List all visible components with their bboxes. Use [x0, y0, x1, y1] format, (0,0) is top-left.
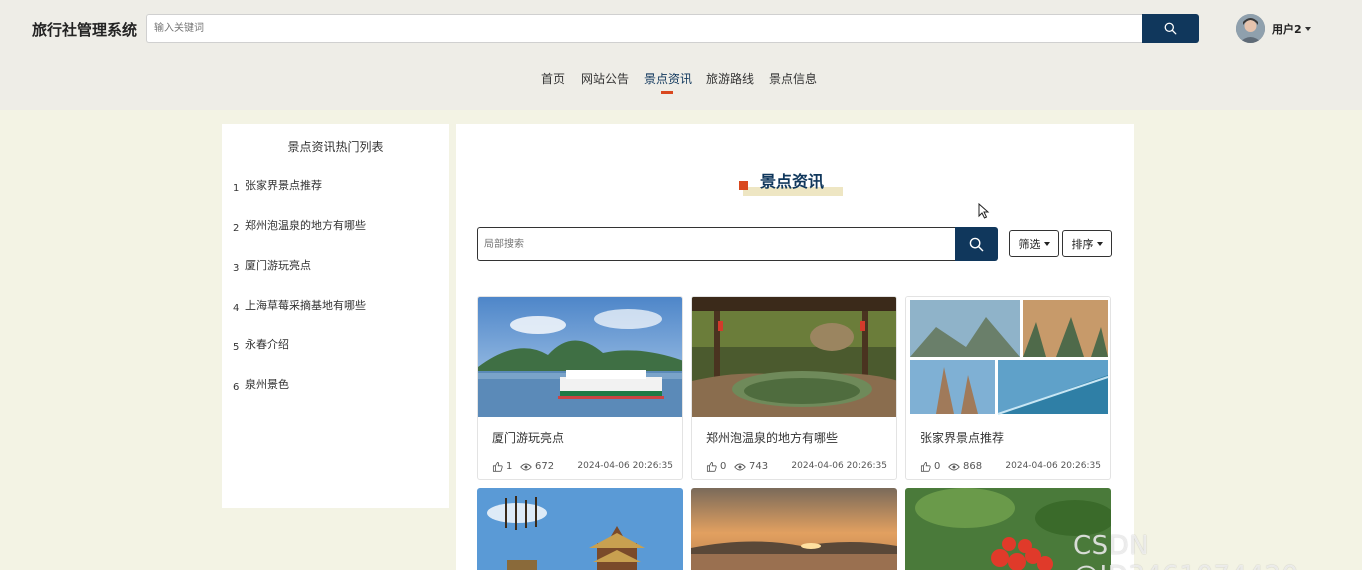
- sidebar-item-label: 厦门游玩亮点: [245, 259, 311, 272]
- like-count[interactable]: 1: [492, 461, 512, 472]
- view-value: 743: [749, 461, 769, 472]
- card-title: 厦门游玩亮点: [492, 431, 565, 445]
- sidebar-item-number: 6: [233, 382, 240, 393]
- like-count[interactable]: 0: [920, 461, 940, 472]
- sidebar-item[interactable]: 1 张家界景点推荐: [233, 177, 322, 194]
- main-nav: 首页 网站公告 景点资讯 旅游路线 景点信息: [0, 70, 1362, 100]
- card-image: [906, 297, 1110, 417]
- sidebar-item[interactable]: 4 上海草莓采摘基地有哪些: [233, 297, 366, 314]
- news-card[interactable]: 郑州泡温泉的地方有哪些 0 743 2024-04-06 20:26:35: [691, 296, 897, 480]
- sidebar-item-label: 张家界景点推荐: [245, 179, 322, 192]
- caret-down-icon: [1043, 241, 1050, 246]
- sidebar-item-label: 泉州景色: [245, 378, 289, 391]
- search-icon: [969, 237, 984, 251]
- global-search-button[interactable]: [1142, 14, 1199, 43]
- chevron-down-icon[interactable]: [1305, 27, 1311, 31]
- search-icon: [1164, 22, 1177, 35]
- view-value: 672: [535, 461, 555, 472]
- nav-item-news[interactable]: 景点资讯: [644, 70, 692, 87]
- sidebar-item-label: 永春介绍: [245, 338, 289, 351]
- local-search-button[interactable]: [955, 227, 998, 261]
- card-meta: 0 743 2024-04-06 20:26:35: [706, 461, 891, 473]
- view-count: 672: [520, 461, 554, 472]
- sidebar-item-number: 2: [233, 223, 240, 234]
- like-value: 0: [934, 461, 941, 472]
- view-count: 743: [734, 461, 768, 472]
- news-card-partial[interactable]: [477, 488, 683, 570]
- hot-list-sidebar: 景点资讯热门列表 1 张家界景点推荐 2 郑州泡温泉的地方有哪些 3 厦门游玩亮点 4…: [222, 124, 449, 508]
- section-title: 景点资讯: [760, 172, 825, 191]
- news-card-partial[interactable]: [691, 488, 897, 570]
- card-date: 2024-04-06 20:26:35: [791, 461, 887, 471]
- like-count[interactable]: 0: [706, 461, 726, 472]
- sidebar-item-label: 郑州泡温泉的地方有哪些: [245, 219, 366, 232]
- sidebar-item[interactable]: 6 泉州景色: [233, 376, 289, 393]
- sort-label: 排序: [1071, 237, 1094, 251]
- nav-item-home[interactable]: 首页: [541, 70, 565, 87]
- global-search-input[interactable]: [146, 14, 1143, 43]
- user-menu-label[interactable]: 用户2: [1272, 21, 1302, 37]
- nav-item-routes[interactable]: 旅游路线: [706, 70, 754, 87]
- top-header: 旅行社管理系统 用户2 首页 网站公告 景点资讯 旅游路线 景点信息: [0, 0, 1362, 110]
- card-title: 张家界景点推荐: [920, 431, 1005, 445]
- sidebar-item[interactable]: 3 厦门游玩亮点: [233, 257, 311, 274]
- user-avatar[interactable]: [1236, 14, 1265, 43]
- card-meta: 1 672 2024-04-06 20:26:35: [492, 461, 677, 473]
- sidebar-item[interactable]: 5 永春介绍: [233, 336, 289, 353]
- sort-dropdown[interactable]: 排序: [1062, 230, 1112, 257]
- site-brand[interactable]: 旅行社管理系统: [32, 19, 137, 40]
- thumbs-up-icon: [920, 461, 931, 472]
- sidebar-item-label: 上海草莓采摘基地有哪些: [245, 299, 366, 312]
- card-meta: 0 868 2024-04-06 20:26:35: [920, 461, 1105, 473]
- card-image: [478, 297, 682, 417]
- card-date: 2024-04-06 20:26:35: [1005, 461, 1101, 471]
- sidebar-item[interactable]: 2 郑州泡温泉的地方有哪些: [233, 217, 366, 234]
- card-image: [692, 297, 896, 417]
- news-panel: 景点资讯 筛选 排序: [456, 124, 1134, 570]
- watermark: CSDN @ID3461074420: [1073, 531, 1298, 570]
- like-value: 0: [720, 461, 727, 472]
- sidebar-item-number: 3: [233, 263, 240, 274]
- title-decoration-square: [739, 181, 748, 190]
- like-value: 1: [506, 461, 513, 472]
- sidebar-item-number: 4: [233, 303, 240, 314]
- thumbs-up-icon: [706, 461, 717, 472]
- eye-icon: [520, 463, 532, 470]
- filter-dropdown[interactable]: 筛选: [1009, 230, 1059, 257]
- card-title: 郑州泡温泉的地方有哪些: [706, 431, 839, 445]
- nav-item-attractions[interactable]: 景点信息: [769, 70, 817, 87]
- news-card[interactable]: 厦门游玩亮点 1 672 2024-04-06 20:26:35: [477, 296, 683, 480]
- view-count: 868: [948, 461, 982, 472]
- sidebar-item-number: 5: [233, 342, 240, 353]
- card-image: [691, 488, 897, 570]
- sidebar-item-number: 1: [233, 183, 240, 194]
- filter-label: 筛选: [1018, 237, 1041, 251]
- eye-icon: [734, 463, 746, 470]
- nav-item-announcements[interactable]: 网站公告: [581, 70, 629, 87]
- eye-icon: [948, 463, 960, 470]
- avatar-image: [1236, 14, 1265, 43]
- mouse-pointer-icon: [978, 203, 990, 219]
- news-card[interactable]: 张家界景点推荐 0 868 2024-04-06 20:26:35: [905, 296, 1111, 480]
- card-date: 2024-04-06 20:26:35: [577, 461, 673, 471]
- caret-down-icon: [1096, 241, 1103, 246]
- sidebar-title: 景点资讯热门列表: [287, 140, 384, 154]
- nav-active-indicator: [661, 91, 673, 94]
- thumbs-up-icon: [492, 461, 503, 472]
- view-value: 868: [963, 461, 983, 472]
- local-search-input[interactable]: [477, 227, 956, 261]
- card-image: [477, 488, 683, 570]
